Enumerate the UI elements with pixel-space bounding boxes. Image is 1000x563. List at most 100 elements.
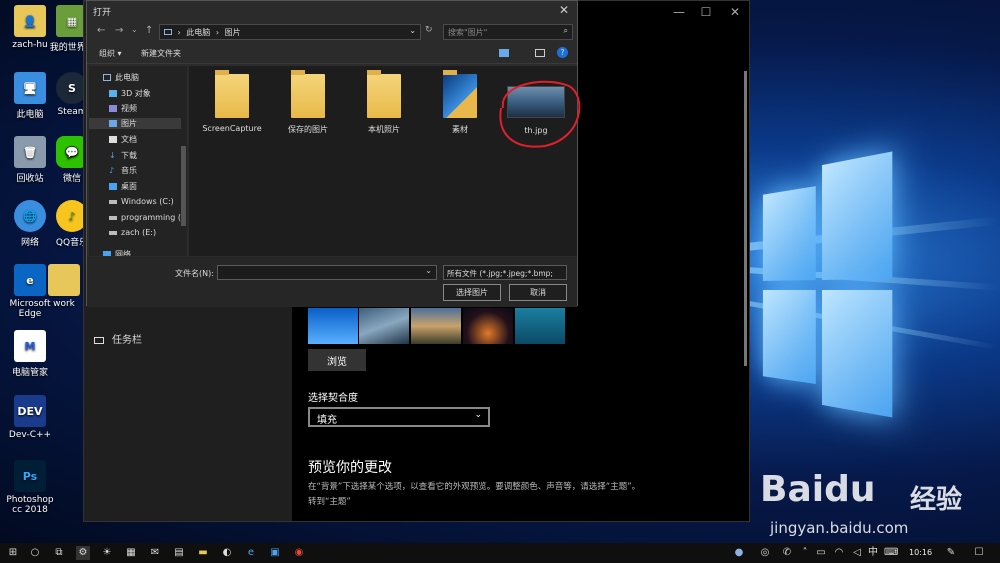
watermark-product: 经验: [910, 485, 963, 515]
search-icon: ⌕: [563, 26, 568, 35]
desktop-icon-work[interactable]: work: [44, 264, 84, 309]
calendar-icon[interactable]: ▦: [124, 546, 138, 560]
settings-gear-icon[interactable]: ⚙: [76, 546, 90, 560]
file-explorer-icon[interactable]: ▬: [196, 546, 210, 560]
filetype-select[interactable]: 所有文件 (*.jpg;*.jpeg;*.bmp;: [443, 265, 567, 280]
globe-icon[interactable]: ●: [732, 546, 746, 560]
tree-item-desktop[interactable]: 桌面: [109, 181, 137, 192]
theme-link[interactable]: 转到“主题”: [308, 495, 351, 507]
app-window-icon[interactable]: ▣: [268, 546, 282, 560]
chevron-down-icon[interactable]: ⌄: [425, 266, 432, 275]
forward-icon[interactable]: →: [115, 25, 123, 36]
photoshop-icon: Ps: [14, 460, 46, 492]
start-icon[interactable]: ⊞: [6, 546, 20, 560]
wallpaper-thumbnail[interactable]: [463, 308, 513, 344]
pen-icon[interactable]: ✎: [944, 546, 958, 560]
organize-button[interactable]: 组织 ▾: [99, 48, 122, 59]
chevron-down-icon[interactable]: ⌄: [409, 26, 416, 35]
breadcrumb-item[interactable]: 此电脑: [186, 28, 210, 37]
tree-item-downloads[interactable]: ↓ 下载: [109, 150, 137, 161]
wallpaper-thumbnail[interactable]: [308, 308, 358, 344]
tree-item-video[interactable]: 视频: [109, 103, 137, 114]
close-icon[interactable]: ✕: [559, 3, 569, 17]
paint-icon[interactable]: ◐: [220, 546, 234, 560]
file-item-label: 保存的图片: [288, 125, 328, 134]
wallpaper-thumbnail[interactable]: [411, 308, 461, 344]
ime-indicator[interactable]: 中: [866, 546, 880, 560]
calculator-icon[interactable]: ▤: [172, 546, 186, 560]
tree-item-pictures[interactable]: 图片: [89, 118, 181, 129]
dialog-toolbar: 组织 ▾ 新建文件夹 ?: [87, 44, 577, 64]
desktop-icon-devcpp[interactable]: DEV Dev-C++: [0, 395, 60, 440]
tree-item-drive-c[interactable]: Windows (C:): [109, 197, 174, 206]
people-icon[interactable]: ✆: [780, 546, 794, 560]
chevron-down-icon[interactable]: ⌄: [131, 25, 138, 34]
maximize-button[interactable]: ☐: [691, 5, 721, 19]
wifi-icon[interactable]: ◠: [832, 546, 846, 560]
wallpaper-thumbnail[interactable]: [359, 308, 409, 344]
tree-item-network[interactable]: 网络: [103, 249, 131, 256]
shield-icon[interactable]: ◎: [758, 546, 772, 560]
file-item-screencapture[interactable]: ScreenCapture: [197, 70, 267, 133]
sidebar-item-taskbar[interactable]: 任务栏: [94, 331, 142, 346]
edge-icon[interactable]: e: [244, 546, 258, 560]
chevron-up-icon[interactable]: ˄: [798, 546, 812, 560]
new-folder-button[interactable]: 新建文件夹: [141, 48, 181, 59]
battery-icon[interactable]: ▭: [814, 546, 828, 560]
devcpp-icon: DEV: [14, 395, 46, 427]
file-item-camera-roll[interactable]: 本机照片: [349, 70, 419, 135]
task-view-icon[interactable]: ⧉: [52, 546, 66, 560]
desktop-icon-label: 此电脑: [16, 110, 44, 120]
view-icon[interactable]: [499, 49, 509, 57]
filename-input[interactable]: ⌄: [217, 265, 437, 280]
brightness-icon[interactable]: ☀: [100, 546, 114, 560]
tree-item-documents[interactable]: 文档: [109, 134, 137, 145]
browse-button[interactable]: 浏览: [308, 349, 366, 371]
back-icon[interactable]: ←: [97, 25, 105, 36]
address-bar[interactable]: › 此电脑 › 图片 ⌄: [159, 24, 421, 40]
file-item-materials[interactable]: 素材: [425, 70, 495, 135]
music-icon: ♪: [109, 166, 115, 175]
notification-icon[interactable]: ☐: [972, 546, 986, 560]
drive-icon: [109, 199, 117, 204]
minimize-button[interactable]: —: [664, 5, 694, 19]
up-icon[interactable]: ↑: [145, 25, 153, 36]
fit-dropdown[interactable]: 填充 ⌄: [308, 407, 490, 427]
desktop-icon: [109, 183, 117, 190]
cancel-button[interactable]: 取消: [509, 284, 567, 301]
help-icon[interactable]: ?: [557, 47, 568, 58]
volume-icon[interactable]: ◁: [850, 546, 864, 560]
mail-icon[interactable]: ✉: [148, 546, 162, 560]
download-icon: ↓: [109, 151, 116, 160]
search-input[interactable]: 搜索"图片" ⌕: [443, 24, 573, 40]
close-button[interactable]: ✕: [720, 5, 750, 19]
file-item-saved-pictures[interactable]: 保存的图片: [273, 70, 343, 135]
tree-item-3d[interactable]: 3D 对象: [109, 88, 151, 99]
tree-item-this-pc[interactable]: 此电脑: [103, 72, 139, 83]
tree-item-label: zach (E:): [121, 228, 157, 237]
desktop-icon-photoshop[interactable]: Ps Photoshop cc 2018: [0, 460, 60, 515]
drive-icon: [109, 215, 117, 220]
pc-icon: [103, 74, 111, 81]
tree-item-label: 网络: [115, 250, 131, 256]
tree-item-music[interactable]: ♪ 音乐: [109, 165, 137, 176]
tree-scrollbar[interactable]: [181, 146, 186, 226]
select-picture-button[interactable]: 选择图片: [443, 284, 501, 301]
tree-item-drive-d[interactable]: programming (: [109, 213, 181, 222]
refresh-icon[interactable]: ↻: [425, 25, 433, 35]
chrome-icon[interactable]: ◉: [292, 546, 306, 560]
tree-item-drive-e[interactable]: zach (E:): [109, 228, 156, 237]
settings-scrollbar[interactable]: [744, 71, 747, 366]
preview-pane-icon[interactable]: [535, 49, 545, 57]
desktop-icon-pc-manager[interactable]: M 电脑管家: [0, 330, 60, 378]
folder-icon: [367, 70, 401, 118]
clock[interactable]: 10:16: [909, 548, 932, 557]
wallpaper-thumbnail[interactable]: [515, 308, 565, 344]
search-icon[interactable]: ○: [28, 546, 42, 560]
breadcrumb-item[interactable]: 图片: [225, 28, 241, 37]
navigation-tree: 此电脑 3D 对象 视频 图片 文档 ↓ 下载 ♪ 音乐 桌面 Windows (C…: [89, 66, 187, 256]
dialog-footer: 文件名(N): ⌄ 所有文件 (*.jpg;*.jpeg;*.bmp; 选择图片…: [87, 257, 577, 307]
desktop-icon-label: work: [53, 299, 75, 309]
keyboard-icon[interactable]: ⌨: [884, 546, 898, 560]
drive-icon: [109, 230, 117, 235]
